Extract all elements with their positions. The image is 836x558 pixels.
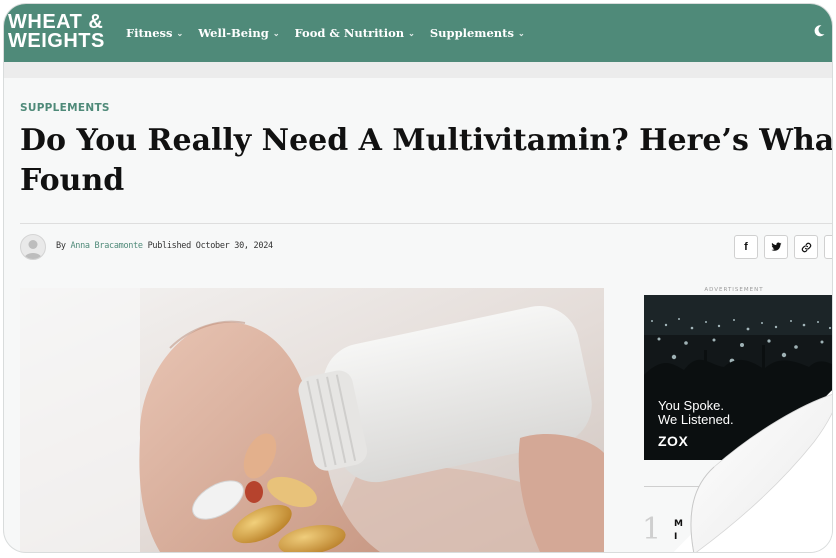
logo-line-2: WEIGHTS bbox=[8, 30, 105, 52]
chevron-down-icon: ⌄ bbox=[176, 28, 184, 38]
trending-article-link[interactable]: M I bbox=[674, 518, 683, 544]
nav-item-food-nutrition[interactable]: Food & Nutrition ⌄ bbox=[295, 26, 415, 40]
advertisement-label: ADVERTISEMENT bbox=[704, 287, 764, 293]
hand-with-pills-image bbox=[20, 288, 604, 552]
nav-item-label: Food & Nutrition bbox=[294, 26, 405, 40]
twitter-share-button[interactable] bbox=[764, 235, 788, 259]
title-divider bbox=[20, 223, 832, 224]
chevron-down-icon: ⌄ bbox=[272, 28, 280, 38]
user-avatar-icon bbox=[24, 240, 42, 259]
trending-line-1: M bbox=[674, 519, 683, 529]
site-header: WHEAT & WEIGHTS Fitness ⌄ Well-Being ⌄ F… bbox=[4, 4, 832, 62]
ad-headline: You Spoke. We Listened. bbox=[658, 399, 734, 427]
site-logo[interactable]: WHEAT & WEIGHTS bbox=[8, 12, 105, 52]
nav-item-label: Supplements bbox=[429, 26, 514, 40]
copy-link-button[interactable] bbox=[794, 235, 818, 259]
ad-line-1: You Spoke. bbox=[658, 398, 725, 413]
nav-item-fitness[interactable]: Fitness ⌄ bbox=[126, 26, 183, 40]
chevron-down-icon: ⌄ bbox=[408, 28, 415, 38]
article-title: Do You Really Need A Multivitamin? Here’… bbox=[20, 121, 832, 201]
more-share-button[interactable]: ··· bbox=[824, 235, 832, 259]
nav-item-label: Fitness bbox=[126, 26, 173, 40]
author-avatar[interactable] bbox=[20, 234, 46, 260]
ad-line-2: We Listened. bbox=[658, 412, 734, 427]
dark-mode-moon-icon[interactable] bbox=[812, 24, 826, 38]
trending-line-2: I bbox=[674, 532, 678, 542]
nav-item-well-being[interactable]: Well-Being ⌄ bbox=[198, 26, 279, 40]
main-nav: Fitness ⌄ Well-Being ⌄ Food & Nutrition … bbox=[126, 4, 525, 62]
article-hero-image bbox=[20, 288, 604, 552]
chevron-down-icon: ⌄ bbox=[517, 28, 525, 38]
link-icon bbox=[801, 242, 811, 252]
title-line-1: Do You Really Need A Multivitamin? Here’… bbox=[20, 123, 832, 158]
facebook-share-button[interactable]: f bbox=[734, 235, 758, 259]
facebook-icon: f bbox=[744, 241, 748, 253]
byline: By Anna Bracamonte Published October 30,… bbox=[56, 241, 273, 251]
share-buttons: f ··· bbox=[734, 235, 832, 259]
article-category[interactable]: SUPPLEMENTS bbox=[20, 102, 110, 114]
browser-page: WHEAT & WEIGHTS Fitness ⌄ Well-Being ⌄ F… bbox=[4, 4, 832, 552]
published-date: October 30, 2024 bbox=[195, 241, 273, 251]
ad-brand-logo: ZOX bbox=[658, 433, 689, 449]
sidebar-advertisement[interactable]: You Spoke. We Listened. ZOX bbox=[644, 295, 832, 460]
secondary-bar bbox=[4, 62, 832, 78]
byline-by: By bbox=[56, 241, 66, 251]
title-line-2: Found bbox=[20, 163, 125, 198]
nav-item-supplements[interactable]: Supplements ⌄ bbox=[430, 26, 525, 40]
nav-item-label: Well-Being bbox=[198, 26, 269, 40]
published-label: Published bbox=[147, 241, 192, 251]
sidebar-divider bbox=[644, 486, 734, 487]
twitter-icon bbox=[770, 242, 782, 251]
author-link[interactable]: Anna Bracamonte bbox=[70, 241, 143, 251]
trending-rank-number: 1 bbox=[642, 512, 662, 547]
